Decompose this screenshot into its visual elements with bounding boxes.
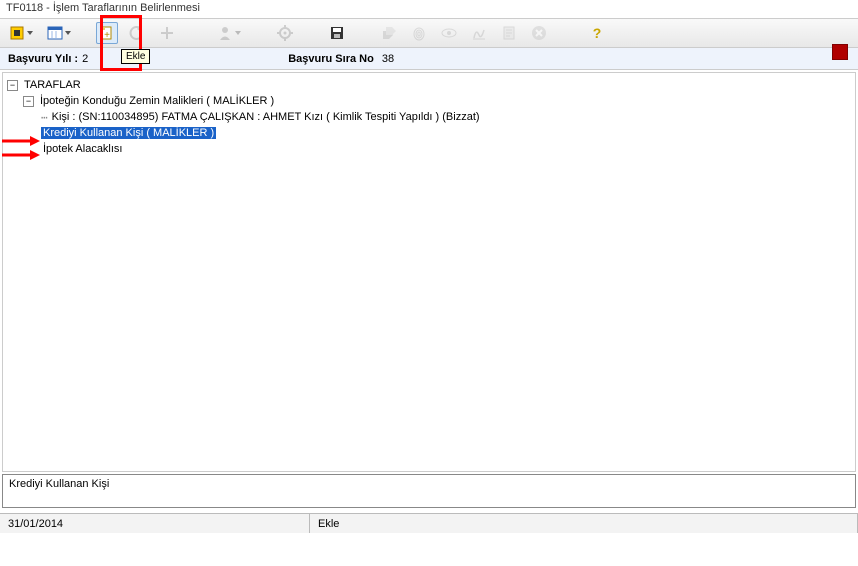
tree-label: Kişi : (SN:110034895) FATMA ÇALIŞKAN : A…	[50, 111, 482, 123]
basvuru-sirano-label: Başvuru Sıra No	[288, 53, 374, 65]
chevron-down-icon	[65, 31, 71, 35]
basvuru-yili-label: Başvuru Yılı :	[8, 53, 78, 65]
fingerprint-button	[408, 22, 430, 44]
calendar-dropdown-button[interactable]	[44, 22, 74, 44]
view-button	[438, 22, 460, 44]
svg-text:?: ?	[593, 25, 602, 41]
toolbar: + ?	[0, 18, 858, 48]
tree-label: Krediyi Kullanan Kişi ( MALİKLER )	[41, 127, 216, 139]
collapse-icon[interactable]: −	[23, 96, 34, 107]
tree-label: TARAFLAR	[22, 79, 83, 91]
tree-node-malikler[interactable]: − İpoteğin Konduğu Zemin Malikleri ( MAL…	[5, 93, 853, 109]
undo-button	[126, 22, 148, 44]
status-mode: Ekle	[310, 514, 858, 533]
close-button	[528, 22, 550, 44]
home-dropdown-button[interactable]	[6, 22, 36, 44]
collapse-icon[interactable]: −	[7, 80, 18, 91]
add-button[interactable]: +	[96, 22, 118, 44]
tree-node-kisi[interactable]: ⋯ Kişi : (SN:110034895) FATMA ÇALIŞKAN :…	[5, 109, 853, 125]
status-bar: 31/01/2014 Ekle	[0, 513, 858, 533]
selection-description-input[interactable]	[2, 474, 856, 508]
report-button	[498, 22, 520, 44]
tree-root[interactable]: − TARAFLAR	[5, 77, 853, 93]
tree-node-kredi-kullanan[interactable]: Krediyi Kullanan Kişi ( MALİKLER )	[5, 125, 853, 141]
sign-button	[468, 22, 490, 44]
person-dropdown-button	[214, 22, 244, 44]
chevron-down-icon	[235, 31, 241, 35]
tree-label: İpoteğin Konduğu Zemin Malikleri ( MALİK…	[38, 95, 276, 107]
tree-leaf-icon: ⋯	[41, 111, 47, 124]
tree-node-ipotek-alacaklisi[interactable]: İpotek Alacaklısı	[5, 141, 853, 157]
tree-view[interactable]: − TARAFLAR − İpoteğin Konduğu Zemin Mali…	[2, 72, 856, 472]
chevron-down-icon	[27, 31, 33, 35]
settings-button	[274, 22, 296, 44]
tree-label: İpotek Alacaklısı	[41, 143, 125, 155]
help-button[interactable]: ?	[586, 22, 608, 44]
exit-indicator[interactable]	[832, 44, 848, 60]
window-title: TF0118 - İşlem Taraflarının Belirlenmesi	[0, 0, 858, 18]
add-tooltip: Ekle	[121, 49, 150, 64]
tags-button	[378, 22, 400, 44]
status-date: 31/01/2014	[0, 514, 310, 533]
svg-text:+: +	[104, 30, 110, 41]
basvuru-yili-value: 2	[82, 53, 88, 65]
save-button[interactable]	[326, 22, 348, 44]
plus-button	[156, 22, 178, 44]
basvuru-sirano-value: 38	[382, 53, 394, 65]
